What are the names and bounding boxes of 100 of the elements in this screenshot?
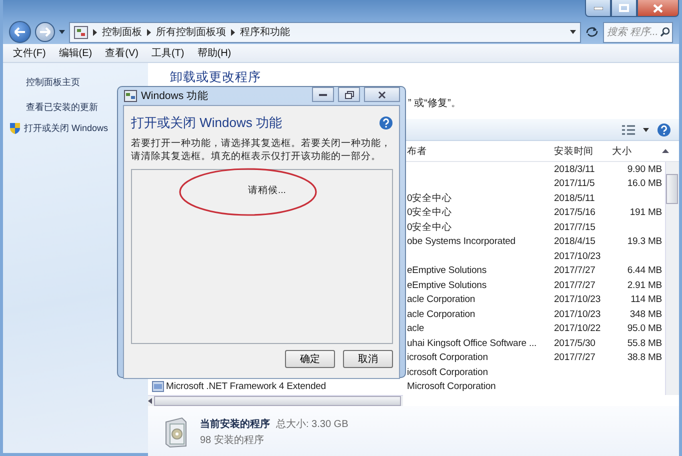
table-cell-text: 16.0 MB [626, 178, 662, 190]
page-heading: 卸载或更改程序 [170, 69, 262, 85]
table-cell-text: 2017/10/23 [554, 308, 602, 320]
close-button[interactable] [364, 87, 400, 102]
table-cell-text: 6.44 MB [626, 265, 662, 276]
menu-item[interactable]: 工具(T) [151, 46, 184, 60]
search-icon [660, 26, 670, 36]
dropdown-caret-icon[interactable] [643, 128, 649, 132]
table-cell-text: 348 MB [628, 308, 662, 320]
maximize-button[interactable] [338, 87, 360, 102]
table-cell-text: icrosoft Corporation [406, 366, 489, 378]
column-header[interactable]: 安装时间 [554, 144, 612, 158]
table-cell-text: 55.8 MB [626, 338, 662, 349]
table-cell-text: 38.8 MB [626, 352, 662, 364]
scrollbar-thumb[interactable] [666, 174, 678, 204]
breadcrumb[interactable]: 控制面板 [102, 25, 142, 39]
forward-button[interactable] [35, 22, 55, 42]
table-cell: Microsoft .NET Framework 4 Extended [166, 381, 326, 392]
breadcrumb[interactable]: 所有控制面板项 [156, 25, 226, 39]
table-cell-text: 95.0 MB [626, 323, 662, 334]
total-size-text: 总大小: 3.30 GB [276, 418, 348, 430]
dialog-button[interactable]: 确定 [285, 350, 335, 368]
table-cell-text: acle [406, 323, 426, 334]
table-cell-text: 2017/7/27 [554, 265, 596, 276]
table-cell-text: 2018/3/11 [554, 164, 596, 175]
table-cell-text: 2017/10/23 [554, 250, 602, 262]
back-button[interactable] [9, 21, 31, 43]
refresh-icon[interactable] [585, 26, 599, 38]
table-cell-text: 2017/10/23 [554, 294, 602, 306]
table-cell-text: 2017/7/27 [554, 352, 596, 364]
vertical-scrollbar[interactable] [665, 162, 679, 395]
forward-arrow-icon [39, 27, 51, 37]
maximize-button[interactable] [611, 0, 637, 17]
control-panel-icon [74, 26, 88, 38]
shield-icon [9, 122, 21, 135]
summary-title: 当前安装的程序 [200, 417, 270, 430]
table-cell-text: 2017/7/15 [554, 222, 596, 233]
column-header[interactable]: 大小 [612, 144, 662, 158]
program-count-text: 98 安装的程序 [200, 434, 265, 446]
address-field[interactable]: 控制面板 所有控制面板项 程序和功能 [69, 22, 581, 42]
dialog-button[interactable]: 取消 [343, 350, 393, 368]
menu-item[interactable]: 查看(V) [105, 46, 138, 60]
back-arrow-icon [14, 27, 26, 37]
menu-item[interactable]: 编辑(E) [58, 46, 92, 60]
table-cell-text: icrosoft Corporation [406, 352, 489, 364]
table-cell-text: 2018/4/15 [554, 236, 596, 248]
table-cell-text: 0安全中心 [406, 206, 453, 220]
minimize-button[interactable] [585, 0, 611, 17]
menu-item[interactable]: 文件(F) [13, 46, 46, 60]
table-cell-text: 2017/7/27 [554, 280, 596, 291]
minimize-icon [319, 94, 327, 96]
help-icon[interactable] [657, 122, 671, 136]
scroll-up-icon[interactable] [662, 149, 669, 153]
chevron-icon [147, 28, 151, 36]
table-cell-text: 114 MB [630, 294, 662, 306]
sidebar-link[interactable]: 打开或关闭 Windows [24, 122, 108, 135]
loading-text: 请稍候... [248, 184, 286, 197]
table-cell-text: Microsoft Corporation [406, 381, 497, 392]
table-cell-text: 0安全中心 [406, 220, 453, 234]
dropdown-caret-icon[interactable] [570, 30, 576, 34]
sidebar-link[interactable]: 查看已安装的更新 [26, 101, 98, 114]
table-cell-text: 2018/5/11 [554, 192, 596, 204]
table-cell-text: 9.90 MB [626, 164, 662, 175]
search-field[interactable]: 搜索 程序... [603, 22, 673, 42]
minimize-button[interactable] [312, 87, 334, 102]
dialog-title: Windows 功能 [141, 89, 210, 103]
column-header[interactable]: 布者 [404, 144, 554, 158]
table-cell-text: 2017/5/30 [554, 338, 596, 349]
table-cell-text: eEmptive Solutions [406, 265, 488, 276]
table-cell-text: uhai Kingsoft Office Software ... [406, 338, 538, 349]
maximize-icon [619, 4, 629, 12]
table-cell-text: obe Systems Incorporated [406, 236, 516, 248]
help-icon[interactable] [379, 116, 393, 130]
table-cell-text: 0安全中心 [406, 192, 453, 205]
view-options-icon[interactable] [622, 124, 635, 134]
chevron-icon [93, 28, 97, 36]
table-cell-text: 2017/5/16 [554, 207, 596, 218]
table-cell-text: acle Corporation [406, 294, 476, 306]
window-app-icon [124, 90, 137, 102]
table-cell-text: 2.91 MB [626, 280, 662, 291]
program-icon [152, 381, 164, 392]
close-button[interactable] [637, 0, 679, 17]
description-text: 若要打开一种功能，请选择其复选框。若要关闭一种功能，请清除其复选框。填充的框表示仅打开该功能的一部分。 [131, 137, 392, 163]
table-cell-text: acle Corporation [406, 308, 476, 320]
history-caret-icon[interactable] [59, 30, 65, 34]
close-icon [653, 4, 663, 12]
breadcrumb[interactable]: 程序和功能 [240, 25, 290, 39]
close-icon [378, 90, 386, 98]
menu-item[interactable]: 帮助(H) [197, 46, 232, 60]
table-cell-text: 19.3 MB [626, 236, 662, 248]
table-cell-text: eEmptive Solutions [406, 280, 488, 291]
restore-icon [344, 90, 354, 98]
minimize-icon [594, 6, 602, 10]
instruction-text: ” 或“修复”。 [408, 97, 462, 111]
table-cell-text: 2017/10/22 [554, 323, 602, 334]
table-cell-text: 191 MB [628, 207, 662, 218]
chevron-icon [231, 28, 235, 36]
table-cell-text: 2017/11/5 [554, 178, 596, 190]
sidebar-link[interactable]: 控制面板主页 [26, 76, 80, 89]
dialog-heading: 打开或关闭 Windows 功能 [131, 114, 282, 132]
